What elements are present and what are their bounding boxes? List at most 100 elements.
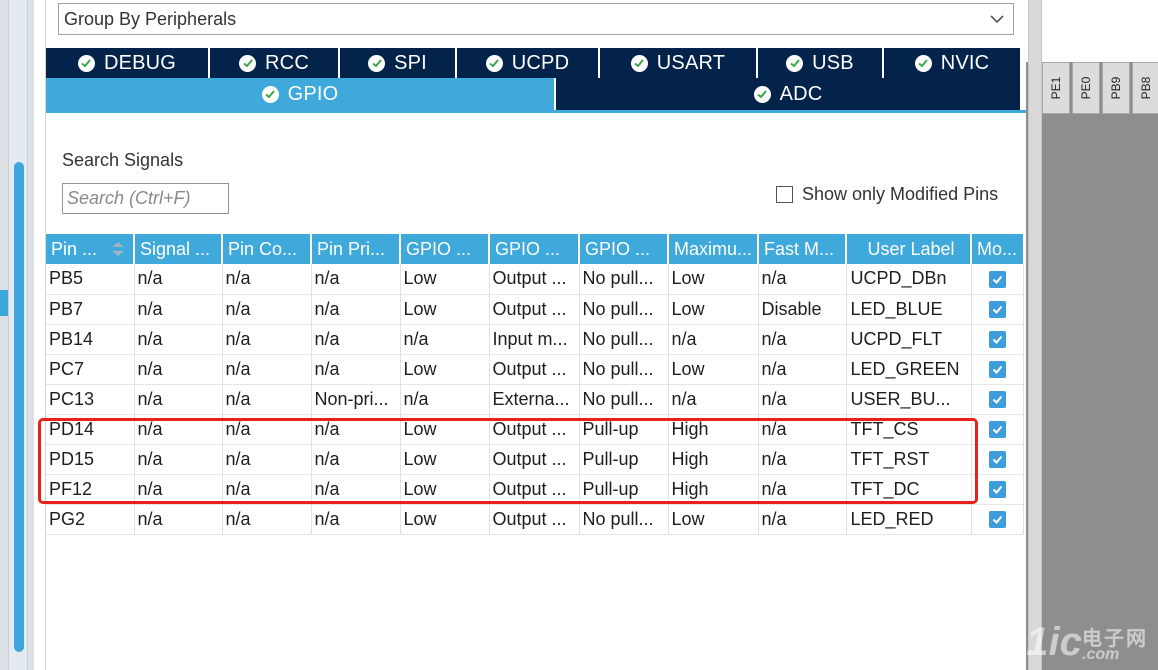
group-by-dropdown[interactable]: Group By Peripherals (58, 3, 1014, 35)
check-circle-icon (914, 54, 932, 72)
column-header[interactable]: User Label (846, 234, 972, 264)
column-header[interactable]: GPIO ... (579, 234, 669, 264)
pin-pb8[interactable]: PB8 (1132, 62, 1158, 114)
pin-pe0[interactable]: PE0 (1072, 62, 1100, 114)
table-cell: Low (400, 474, 490, 505)
column-header-label: GPIO ... (406, 238, 472, 259)
column-header-label: GPIO ... (585, 238, 651, 259)
tab-label: DEBUG (103, 51, 177, 74)
column-header[interactable]: Pin Co... (222, 234, 312, 264)
table-cell: n/a (222, 324, 312, 355)
table-cell: n/a (134, 294, 223, 325)
modified-checkbox[interactable] (988, 361, 1006, 379)
pin-pe1[interactable]: PE1 (1042, 62, 1070, 114)
column-header[interactable]: Pin ... (46, 234, 135, 264)
column-header[interactable]: Mo... (971, 234, 1023, 264)
tab-gpio[interactable]: GPIO (46, 78, 556, 110)
table-cell: Pull-up (579, 474, 669, 505)
tab-spi[interactable]: SPI (340, 48, 457, 78)
table-row[interactable]: PG2 n/a n/a n/a Low Output ... No pull... Low n/… (46, 504, 1024, 535)
check-circle-icon (368, 54, 386, 72)
table-cell: n/a (758, 384, 847, 415)
column-header[interactable]: Signal ... (134, 234, 223, 264)
group-by-dropdown-value: Group By Peripherals (64, 8, 237, 29)
pin-pb9[interactable]: PB9 (1102, 62, 1130, 114)
sort-arrows-icon[interactable] (112, 242, 124, 256)
table-cell: n/a (758, 414, 847, 445)
modified-checkbox[interactable] (988, 301, 1006, 319)
table-cell: n/a (134, 324, 223, 355)
table-row[interactable]: PC7 n/a n/a n/a Low Output ... No pull... Low n/… (46, 354, 1024, 385)
table-cell: UCPD_FLT (846, 324, 972, 355)
check-circle-icon (485, 54, 503, 72)
table-cell: n/a (311, 324, 401, 355)
modified-checkbox[interactable] (988, 451, 1006, 469)
table-cell: No pull... (579, 504, 669, 535)
left-scrollbar-thumb[interactable] (14, 162, 24, 652)
table-cell: n/a (311, 444, 401, 475)
tab-label: RCC (265, 51, 309, 74)
tab-usb[interactable]: USB (758, 48, 884, 78)
modified-checkbox[interactable] (988, 391, 1006, 409)
table-cell: n/a (311, 474, 401, 505)
table-cell: n/a (400, 324, 490, 355)
modified-checkbox[interactable] (988, 331, 1006, 349)
tab-rcc[interactable]: RCC (210, 48, 340, 78)
show-modified-toggle[interactable]: Show only Modified Pins (776, 184, 998, 205)
table-cell: n/a (758, 474, 847, 505)
column-header[interactable]: Maximu... (668, 234, 759, 264)
column-header[interactable]: Fast M... (758, 234, 847, 264)
check-circle-icon (786, 54, 804, 72)
table-row[interactable]: PB7 n/a n/a n/a Low Output ... No pull... Low Di… (46, 294, 1024, 325)
table-row[interactable]: PB14 n/a n/a n/a n/a Input m... No pull... n/a n… (46, 324, 1024, 355)
table-cell: n/a (222, 474, 312, 505)
tab-usart[interactable]: USART (600, 48, 758, 78)
table-row[interactable]: PC13 n/a n/a Non-pri... n/a Externa... No pull… (46, 384, 1024, 415)
check-circle-icon (630, 54, 648, 72)
table-cell: PD15 (46, 444, 135, 475)
table-cell: UCPD_DBn (846, 264, 972, 295)
table-cell: No pull... (579, 294, 669, 325)
table-cell: USER_BU... (846, 384, 972, 415)
column-header-label: User Label (867, 238, 955, 259)
modified-checkbox[interactable] (988, 481, 1006, 499)
table-cell: No pull... (579, 324, 669, 355)
show-modified-checkbox[interactable] (776, 186, 793, 203)
table-cell: Output ... (489, 294, 580, 325)
column-header[interactable]: Pin Pri... (311, 234, 401, 264)
modified-checkbox[interactable] (988, 421, 1006, 439)
table-cell: n/a (134, 414, 223, 445)
tab-adc[interactable]: ADC (556, 78, 1020, 110)
modified-checkbox[interactable] (988, 511, 1006, 529)
tab-label: USB (812, 51, 854, 74)
tab-debug[interactable]: DEBUG (46, 48, 210, 78)
check-circle-icon (77, 54, 95, 72)
left-panel-edge (34, 0, 46, 670)
watermark-domain-text: .com (1082, 646, 1120, 663)
column-header-label: Fast M... (764, 238, 835, 259)
column-header[interactable]: GPIO ... (400, 234, 490, 264)
site-watermark: 21ic 电子网 .com (1004, 620, 1154, 666)
table-cell: Low (400, 504, 490, 535)
search-signals-input[interactable] (62, 183, 229, 214)
table-cell: LED_BLUE (846, 294, 972, 325)
table-cell: n/a (134, 504, 223, 535)
table-cell: n/a (311, 414, 401, 445)
column-header[interactable]: GPIO ... (489, 234, 580, 264)
table-cell: TFT_RST (846, 444, 972, 475)
check-circle-icon (239, 54, 257, 72)
chevron-down-icon[interactable] (989, 11, 1005, 27)
table-cell: n/a (222, 384, 312, 415)
table-row[interactable]: PD15 n/a n/a n/a Low Output ... Pull-up High n/a… (46, 444, 1024, 475)
panel-divider[interactable] (1028, 0, 1042, 670)
table-cell: n/a (400, 384, 490, 415)
left-panel-splitter-handle[interactable] (0, 290, 8, 316)
tab-nvic[interactable]: NVIC (884, 48, 1020, 78)
table-row[interactable]: PD14 n/a n/a n/a Low Output ... Pull-up High n/a… (46, 414, 1024, 445)
table-row[interactable]: PB5 n/a n/a n/a Low Output ... No pull... Low n/… (46, 264, 1024, 295)
table-row[interactable]: PF12 n/a n/a n/a Low Output ... Pull-up High n/a… (46, 474, 1024, 505)
table-cell: n/a (311, 354, 401, 385)
modified-checkbox[interactable] (988, 271, 1006, 288)
peripheral-tabs-row2: GPIO ADC (46, 78, 1020, 110)
tab-ucpd[interactable]: UCPD (457, 48, 600, 78)
